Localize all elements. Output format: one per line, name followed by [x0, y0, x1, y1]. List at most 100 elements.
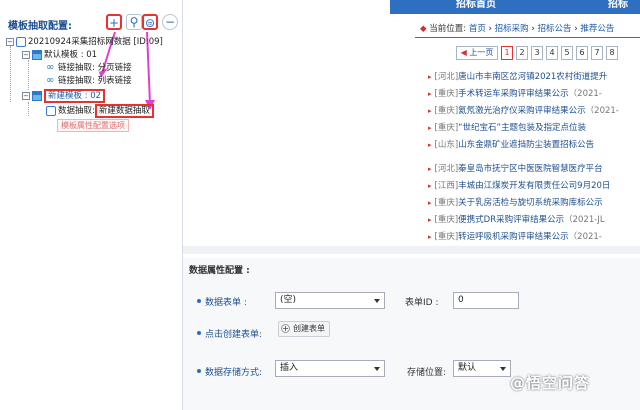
breadcrumb-item[interactable]: 首页	[469, 24, 486, 34]
list-item[interactable]: ▸ [重庆]便携式DR采购评审结果公示（2021-JL	[428, 213, 640, 227]
item-title[interactable]: 丰城由江煤炭开发有限责任公司9月20日	[458, 181, 610, 191]
tree-root-label: 20210924采集招标网数据 [ID:09]	[28, 37, 163, 47]
item-title[interactable]: 关于乳房活检与旋切系统采购库标公示	[458, 198, 603, 208]
item-title[interactable]: 秦皇岛市抚宁区中医医院智慧医疗平台	[458, 164, 603, 174]
item-title[interactable]: 山东金鼎矿业遮挡防尘装置招标公告	[458, 140, 594, 150]
store-select-value: 插入	[280, 363, 299, 373]
bullet-icon: ▸	[428, 124, 432, 132]
bullet-icon	[197, 369, 201, 373]
item-title[interactable]: 氦氖激光治疗仪采购评审结果公示	[458, 106, 586, 116]
item-region: [重庆]	[434, 215, 459, 225]
item-region: [河北]	[434, 164, 459, 174]
bullet-icon: ▸	[428, 233, 432, 241]
create-table-button[interactable]: + 创建表单	[278, 321, 330, 337]
bullet-icon: ▸	[428, 141, 432, 149]
data-extract-label: 数据抽取:	[58, 106, 95, 116]
list-item[interactable]: ▸ [重庆]氦氖激光治疗仪采购评审结果公示（2021-	[428, 104, 640, 118]
form-id-label: 表单ID :	[405, 298, 439, 308]
horizontal-scrollbar[interactable]	[183, 246, 640, 254]
item-date: （2021-JL	[564, 215, 605, 225]
store-select[interactable]: 插入	[275, 360, 385, 377]
template-icon	[32, 49, 42, 60]
form-id-field[interactable]: 0	[453, 292, 519, 309]
link-icon: ∞	[46, 61, 55, 73]
item-date: （2021-	[568, 89, 602, 99]
breadcrumb: ◆ 当前位置: 首页 › 招标采购 › 招标公告 › 推荐公告	[420, 24, 615, 34]
tree-root[interactable]: − 20210924采集招标网数据 [ID:09]	[6, 36, 163, 49]
item-title[interactable]: 手术转运车采购评审结果公示	[458, 89, 569, 99]
item-title[interactable]: 转运呼吸机采购评审结果公示	[458, 232, 569, 242]
item-region: [重庆]	[434, 89, 459, 99]
store-label: 数据存储方式:	[205, 368, 263, 378]
template-config-panel: 模板抽取配置: + ⚲ ⊜ − −20210924采集招标网数据 [ID:09]…	[0, 0, 183, 410]
breadcrumb-item[interactable]: 招标采购	[495, 24, 529, 34]
tab-tender[interactable]: 招标	[608, 0, 628, 14]
item-region: [江西]	[434, 181, 459, 191]
page-button[interactable]: 1	[501, 46, 513, 60]
template-1-label: 默认模板 : 01	[44, 50, 98, 60]
app-window: 模板抽取配置: + ⚲ ⊜ − −20210924采集招标网数据 [ID:09]…	[0, 0, 640, 410]
page-button[interactable]: 2	[516, 46, 528, 60]
tree-template-1[interactable]: − 默认模板 : 01	[22, 49, 97, 62]
page-button[interactable]: 4	[546, 46, 558, 60]
prev-page-button[interactable]: ◀ 上一页	[456, 46, 498, 60]
item-date: （2021-	[568, 232, 602, 242]
divider	[415, 37, 640, 38]
collapse-toggle[interactable]: −	[6, 37, 14, 46]
list-item[interactable]: ▸ [重庆]转运呼吸机采购评审结果公示（2021-	[428, 230, 640, 244]
list-item[interactable]: ▸ [山东]山东金鼎矿业遮挡防尘装置招标公告	[428, 138, 640, 152]
bullet-icon: ▸	[428, 182, 432, 190]
link-icon: ∞	[46, 74, 55, 86]
tab-home[interactable]: 招标首页	[456, 0, 496, 14]
page-button[interactable]: 3	[531, 46, 543, 60]
template-icon	[32, 90, 42, 101]
list-item[interactable]: ▸ [重庆]手术转运车采购评审结果公示（2021-	[428, 87, 640, 101]
item-region: [山东]	[434, 140, 459, 150]
arrow-right-icon: ◆	[420, 24, 427, 34]
tree-data-extract[interactable]: 数据抽取: 新建数据抽取	[46, 104, 154, 118]
item-region: [重庆]	[434, 198, 459, 208]
data-extract-name: 新建数据抽取	[94, 104, 154, 118]
tree-link-extract-1[interactable]: ∞ 链接抽取: 分页链接	[46, 62, 132, 75]
position-select[interactable]: 默认	[453, 360, 511, 377]
plus-icon: +	[281, 324, 290, 333]
page-button[interactable]: 6	[576, 46, 588, 60]
list-item[interactable]: ▸ [河北]秦皇岛市抚宁区中医医院智慧医疗平台	[428, 162, 640, 176]
prev-label: 上一页	[469, 48, 494, 57]
create-label: 点击创建表单:	[205, 330, 263, 340]
collapse-toggle[interactable]: −	[22, 91, 30, 100]
link-1-label: 链接抽取: 分页链接	[58, 63, 132, 73]
tree-template-2[interactable]: − 新建模板 : 02	[22, 89, 106, 103]
item-region: [重庆]	[434, 123, 459, 133]
list-item[interactable]: ▸ [河北]唐山市丰南区岔河镇2021农村街道提升	[428, 70, 640, 84]
list-item[interactable]: ▸ [重庆]关于乳房活检与旋切系统采购库标公示	[428, 196, 640, 210]
chevron-down-icon	[500, 367, 506, 371]
chevron-down-icon	[374, 299, 380, 303]
item-region: [重庆]	[434, 232, 459, 242]
breadcrumb-item[interactable]: 招标公告	[537, 24, 571, 34]
form-header: 数据属性配置 :	[189, 266, 250, 276]
bullet-icon: ▸	[428, 216, 432, 224]
item-title[interactable]: 唐山市丰南区岔河镇2021农村街道提升	[458, 72, 607, 82]
bullet-icon: ▸	[428, 73, 432, 81]
chevron-down-icon	[374, 367, 380, 371]
breadcrumb-item[interactable]: 推荐公告	[580, 24, 614, 34]
template-2-label: 新建模板 : 02	[44, 89, 106, 103]
pagination: ◀ 上一页 1 2 3 4 5 6 7 8	[456, 46, 640, 64]
bullet-icon: ▸	[428, 165, 432, 173]
collapse-toggle[interactable]: −	[22, 50, 30, 59]
page-button[interactable]: 5	[561, 46, 573, 60]
page-button[interactable]: 8	[606, 46, 618, 60]
link-2-label: 链接抽取: 列表链接	[58, 76, 132, 86]
bullet-icon: ▸	[428, 107, 432, 115]
config-hint: 模板属性配置选项	[57, 119, 129, 132]
table-select-value: (空)	[280, 295, 297, 305]
item-title[interactable]: 便携式DR采购评审结果公示	[458, 215, 564, 225]
item-title[interactable]: “世纪宝石”主题包装及指定点位装	[458, 123, 586, 133]
tree-link-extract-2[interactable]: ∞ 链接抽取: 列表链接	[46, 75, 132, 88]
table-select[interactable]: (空)	[275, 292, 385, 309]
page-button[interactable]: 7	[591, 46, 603, 60]
tender-list: ▸ [河北]唐山市丰南区岔河镇2021农村街道提升 ▸ [重庆]手术转运车采购评审结…	[428, 70, 640, 255]
list-item[interactable]: ▸ [重庆]“世纪宝石”主题包装及指定点位装	[428, 121, 640, 135]
list-item[interactable]: ▸ [江西]丰城由江煤炭开发有限责任公司9月20日	[428, 179, 640, 193]
